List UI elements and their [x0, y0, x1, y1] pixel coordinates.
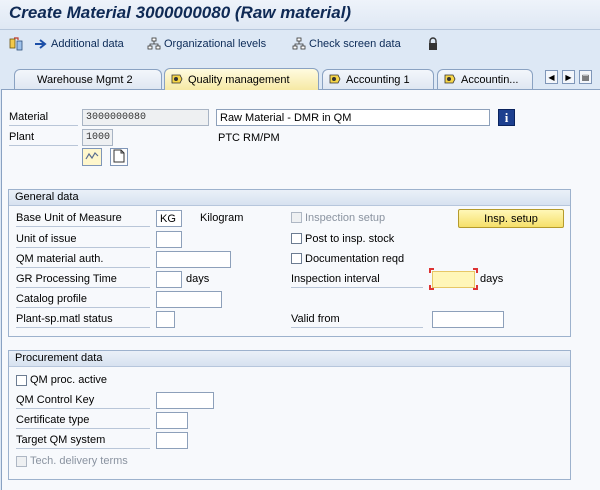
- tab-label: Warehouse Mgmt 2: [37, 73, 133, 86]
- qm-control-key-label: QM Control Key: [16, 394, 150, 409]
- plant-matl-status-field[interactable]: [156, 311, 175, 328]
- valid-from-label: Valid from: [291, 313, 423, 328]
- base-uom-text: Kilogram: [200, 212, 244, 224]
- inspection-setup-checkbox: [291, 212, 302, 223]
- tab-warehouse-mgmt-2[interactable]: Warehouse Mgmt 2: [14, 69, 162, 89]
- lock-button[interactable]: [426, 36, 440, 52]
- post-to-insp-stock-checkbox[interactable]: [291, 233, 302, 244]
- tech-delivery-terms-checkbox: [16, 456, 27, 467]
- tab-label: Accounting 1: [346, 73, 410, 86]
- target-qm-system-field[interactable]: [156, 432, 188, 449]
- tab-quality-management[interactable]: Quality management: [164, 68, 319, 90]
- classification-icon: [85, 150, 99, 165]
- inspection-interval-field[interactable]: [432, 271, 475, 288]
- focus-corner: [429, 268, 434, 273]
- inspection-setup-label: Inspection setup: [305, 212, 386, 224]
- document-button[interactable]: [110, 148, 128, 166]
- unit-of-issue-field[interactable]: [156, 231, 182, 248]
- switch-view-button[interactable]: [9, 36, 23, 52]
- base-uom-label: Base Unit of Measure: [16, 212, 150, 227]
- tab-label: Accountin...: [461, 73, 519, 86]
- inspection-interval-label: Inspection interval: [291, 273, 423, 288]
- qm-proc-active-checkbox[interactable]: [16, 375, 27, 386]
- organizational-levels-label: Organizational levels: [164, 38, 267, 50]
- target-qm-system-label: Target QM system: [16, 434, 150, 449]
- qm-material-auth-field[interactable]: [156, 251, 231, 268]
- document-icon: [113, 149, 125, 166]
- info-button[interactable]: i: [498, 109, 515, 126]
- qm-material-auth-label: QM material auth.: [16, 253, 150, 268]
- accounting-tab-icon: [329, 74, 341, 85]
- additional-data-button[interactable]: Additional data: [34, 36, 124, 52]
- tab-accounting-2[interactable]: Accountin...: [437, 69, 533, 89]
- tab-label: Quality management: [188, 73, 290, 86]
- valid-from-field[interactable]: [432, 311, 504, 328]
- check-screen-data-button[interactable]: Check screen data: [292, 36, 401, 52]
- lock-icon: [426, 37, 440, 51]
- certificate-type-label: Certificate type: [16, 414, 150, 429]
- focus-corner: [429, 285, 434, 290]
- organizational-levels-button[interactable]: Organizational levels: [147, 36, 266, 52]
- catalog-profile-label: Catalog profile: [16, 293, 150, 308]
- page-title: Create Material 3000000080 (Raw material…: [9, 3, 352, 22]
- plant-field: 1000: [82, 129, 113, 146]
- additional-data-label: Additional data: [51, 38, 124, 50]
- arrow-right-icon: [34, 37, 48, 51]
- gr-processing-time-label: GR Processing Time: [16, 273, 150, 288]
- check-screen-icon: [292, 37, 306, 51]
- chevron-left-icon: ◀: [548, 72, 555, 82]
- switch-view-icon: [9, 37, 23, 51]
- check-screen-data-label: Check screen data: [309, 38, 401, 50]
- material-number-field: 3000000080: [82, 109, 209, 126]
- base-uom-field[interactable]: KG: [156, 210, 182, 227]
- procurement-data-title: Procurement data: [9, 351, 570, 367]
- tab-accounting-1[interactable]: Accounting 1: [322, 69, 434, 89]
- documentation-reqd-label: Documentation reqd: [305, 253, 405, 265]
- qm-control-key-field[interactable]: [156, 392, 214, 409]
- gr-processing-time-field[interactable]: [156, 271, 182, 288]
- tab-list-icon: ▤: [581, 72, 590, 82]
- plant-label: Plant: [9, 131, 78, 146]
- tab-scroll-left-button[interactable]: ◀: [545, 70, 558, 84]
- plant-matl-status-label: Plant-sp.matl status: [16, 313, 150, 328]
- focus-corner: [473, 285, 478, 290]
- qm-proc-active-label: QM proc. active: [30, 374, 108, 386]
- chevron-right-icon: ▶: [565, 72, 572, 82]
- info-icon: i: [504, 109, 509, 125]
- catalog-profile-field[interactable]: [156, 291, 222, 308]
- tab-list-button[interactable]: ▤: [579, 70, 592, 84]
- material-label: Material: [9, 111, 78, 126]
- material-description-field[interactable]: Raw Material - DMR in QM: [216, 109, 490, 126]
- post-to-insp-stock-label: Post to insp. stock: [305, 233, 395, 245]
- tech-delivery-terms-label: Tech. delivery terms: [30, 455, 128, 467]
- certificate-type-field[interactable]: [156, 412, 188, 429]
- focus-corner: [473, 268, 478, 273]
- classification-button[interactable]: [82, 148, 102, 166]
- insp-setup-button[interactable]: Insp. setup: [458, 209, 564, 228]
- documentation-reqd-checkbox[interactable]: [291, 253, 302, 264]
- quality-tab-icon: [171, 74, 183, 85]
- plant-description: PTC RM/PM: [218, 132, 280, 144]
- gr-days-label: days: [186, 273, 210, 285]
- org-levels-icon: [147, 37, 161, 51]
- tab-scroll-right-button[interactable]: ▶: [562, 70, 575, 84]
- inspection-interval-unit: days: [480, 273, 504, 285]
- accounting-tab-icon: [444, 74, 456, 85]
- unit-of-issue-label: Unit of issue: [16, 233, 150, 248]
- general-data-title: General data: [9, 190, 570, 206]
